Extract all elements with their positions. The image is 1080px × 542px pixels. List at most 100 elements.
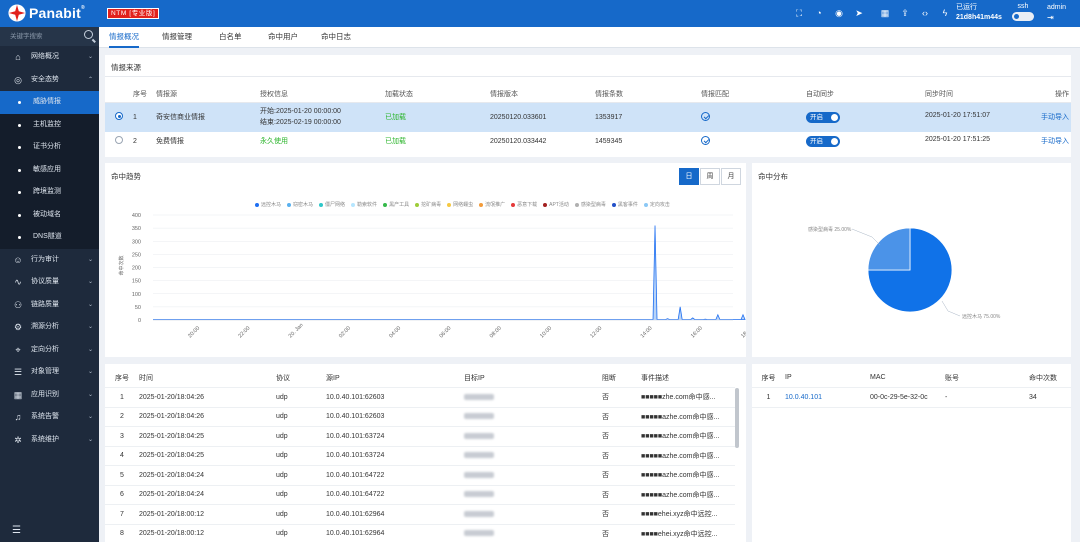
range-week-button[interactable]: 周: [700, 168, 720, 185]
logout-icon[interactable]: ⇥: [1047, 13, 1066, 23]
table-row[interactable]: 1 10.0.40.101 00-0c-29-5e-32-0c - 34: [752, 387, 1071, 408]
range-month-button[interactable]: 月: [721, 168, 741, 185]
sidebar-item-label: 跨境监测: [33, 188, 61, 195]
sidebar-item-security[interactable]: ◎ 安全态势 ⌃: [0, 69, 99, 92]
legend-item[interactable]: 僵尸网络: [319, 201, 345, 208]
table-row[interactable]: 2 2025-01-20/18:04:26 udp 10.0.40.101:62603…: [105, 407, 735, 427]
col-time: 时间: [139, 368, 276, 388]
hit-distribution-title: 命中分布: [758, 172, 788, 181]
cell-count: 1459345: [595, 137, 623, 145]
sidebar-item-cert-analysis[interactable]: 证书分析: [0, 136, 99, 159]
tab-whitelist[interactable]: 白名单: [219, 27, 242, 48]
legend-item[interactable]: 流氓推广: [479, 201, 505, 208]
sidebar-item-label: 被动域名: [33, 210, 61, 218]
legend-item[interactable]: 远控木马: [255, 201, 281, 208]
eye-icon[interactable]: ◉: [832, 7, 846, 19]
cell-dst: [464, 407, 602, 427]
legend-label: 挖矿病毒: [421, 202, 442, 208]
legend-item[interactable]: 挖矿病毒: [415, 201, 441, 208]
ssh-toggle[interactable]: ssh: [1012, 3, 1034, 21]
col-ip: IP: [785, 368, 870, 388]
legend-item[interactable]: 窃密木马: [287, 201, 313, 208]
sidebar-item-passive-dns[interactable]: 被动域名: [0, 203, 99, 226]
bolt-icon[interactable]: ϟ: [938, 7, 952, 19]
table-row[interactable]: 5 2025-01-20/18:04:24 udp 10.0.40.101:64722…: [105, 465, 735, 486]
y-tick-label: 200: [132, 266, 141, 272]
manual-import-link[interactable]: 手动导入: [1041, 112, 1069, 122]
col-src: 源IP: [326, 368, 464, 388]
cell-dst: [464, 524, 602, 542]
pie-slice[interactable]: [867, 227, 911, 271]
sidebar-item-system-maintenance[interactable]: ✲ 系统维护 ⌄: [0, 429, 99, 452]
radio-selected[interactable]: [115, 112, 123, 121]
cell-pad: [105, 132, 115, 150]
legend-item[interactable]: 定向攻击: [643, 201, 670, 208]
cell-proto: udp: [276, 387, 326, 408]
legend-item[interactable]: 感染型病毒: [574, 201, 606, 208]
menu-collapse-icon[interactable]: ☰: [12, 525, 21, 536]
user-name[interactable]: admin: [1047, 3, 1066, 13]
sidebar-item-object-mgmt[interactable]: ☰ 对象管理 ⌄: [0, 361, 99, 384]
dashboard-icon[interactable]: ◔: [812, 7, 826, 19]
location-icon: ⌖: [15, 344, 21, 355]
sidebar-search[interactable]: 关键字搜索: [0, 27, 99, 46]
radio-unselected[interactable]: [115, 136, 123, 144]
legend-item[interactable]: 黑客事件: [611, 201, 638, 208]
sidebar: 关键字搜索 ⌂ 网络概况 ⌄ ◎ 安全态势 ⌃ 威胁情报 主机监控 证书分析 敏感应用 …: [0, 27, 99, 542]
sidebar-item-protocol-quality[interactable]: ∿ 协议质量 ⌄: [0, 271, 99, 294]
sidebar-item-host-monitor[interactable]: 主机监控: [0, 113, 99, 136]
table-row[interactable]: 2 免费情报 永久使用 已加载 20250120.033442 1459345 …: [105, 132, 1071, 150]
legend-item[interactable]: 网络蠕虫: [447, 201, 473, 208]
host-ip-link[interactable]: 10.0.40.101: [785, 387, 870, 408]
legend-item[interactable]: APT活动: [543, 201, 569, 208]
layout-icon[interactable]: ▦: [878, 7, 892, 19]
table-row[interactable]: 6 2025-01-20/18:04:24 udp 10.0.40.101:64722…: [105, 485, 735, 505]
sidebar-item-network-overview[interactable]: ⌂ 网络概况 ⌄: [0, 46, 99, 69]
tab-intel-mgmt[interactable]: 情报管理: [162, 27, 192, 48]
code-icon[interactable]: ‹›: [918, 7, 932, 19]
manual-import-link[interactable]: 手动导入: [1041, 136, 1069, 146]
legend-item[interactable]: 恶意下载: [511, 201, 537, 208]
cell-source: 免费情报: [156, 138, 184, 145]
pie-label: 远控木马 75.00%: [962, 313, 1001, 320]
send-icon[interactable]: ➤: [852, 7, 866, 19]
upload-icon[interactable]: ⇪: [898, 7, 912, 19]
autosync-switch[interactable]: 开启: [806, 135, 840, 147]
table-row[interactable]: 3 2025-01-20/18:04:25 udp 10.0.40.101:63724…: [105, 426, 735, 447]
table-row[interactable]: 1 奇安信商业情报 开始:2025-01-20 00:00:00 结束:2025-…: [105, 102, 1071, 132]
tab-intel-overview[interactable]: 情报概况: [109, 27, 139, 48]
cell-no: 1: [133, 102, 156, 132]
table-row[interactable]: 8 2025-01-20/18:00:12 udp 10.0.40.101:62964…: [105, 524, 735, 542]
sidebar-item-cross-border[interactable]: 跨境监测: [0, 181, 99, 204]
tab-hit-users[interactable]: 命中用户: [268, 27, 298, 48]
cell-time: 2025-01-20/18:04:26: [139, 407, 276, 427]
sidebar-item-threat-intel[interactable]: 威胁情报: [0, 91, 99, 114]
sidebar-item-app-identify[interactable]: ▦ 应用识别 ⌄: [0, 384, 99, 407]
sidebar-item-dns-tunnel[interactable]: DNS隧道: [0, 226, 99, 249]
sidebar-item-label: 溯源分析: [31, 323, 59, 330]
sidebar-item-system-alerts[interactable]: ♫ 系统告警 ⌄: [0, 406, 99, 429]
table-row[interactable]: 7 2025-01-20/18:00:12 udp 10.0.40.101:62964…: [105, 504, 735, 525]
autosync-switch[interactable]: 开启: [806, 111, 840, 123]
table-row[interactable]: 4 2025-01-20/18:04:25 udp 10.0.40.101:63724…: [105, 446, 735, 466]
tab-hit-logs[interactable]: 命中日志: [321, 27, 351, 48]
fullscreen-icon[interactable]: ⛶: [792, 7, 806, 19]
user-menu[interactable]: admin ⇥: [1047, 3, 1066, 23]
sidebar-item-trace-analysis[interactable]: ⚙ 溯源分析 ⌄: [0, 316, 99, 339]
cell-no: 2: [133, 137, 137, 145]
x-tick-label: 20:00: [187, 325, 201, 339]
ssh-switch[interactable]: [1012, 12, 1034, 21]
sidebar-item-behavior-audit[interactable]: ☺ 行为审计 ⌄: [0, 249, 99, 272]
gear-icon: ✲: [14, 434, 22, 445]
legend-item[interactable]: 勒索软件: [351, 201, 377, 208]
range-day-button[interactable]: 日: [679, 168, 699, 185]
sidebar-item-sensitive-apps[interactable]: 敏感应用: [0, 158, 99, 181]
table-row[interactable]: 1 2025-01-20/18:04:26 udp 10.0.40.101:62603…: [105, 387, 735, 408]
scrollbar[interactable]: [735, 388, 739, 448]
sidebar-item-targeted-analysis[interactable]: ⌖ 定向分析 ⌄: [0, 339, 99, 362]
search-placeholder[interactable]: 关键字搜索: [10, 33, 43, 40]
sidebar-item-link-quality[interactable]: ⚇ 链路质量 ⌄: [0, 294, 99, 317]
search-icon[interactable]: [84, 30, 93, 39]
legend-item[interactable]: 黑产工具: [383, 201, 409, 208]
legend-label: 黑产工具: [389, 202, 410, 208]
